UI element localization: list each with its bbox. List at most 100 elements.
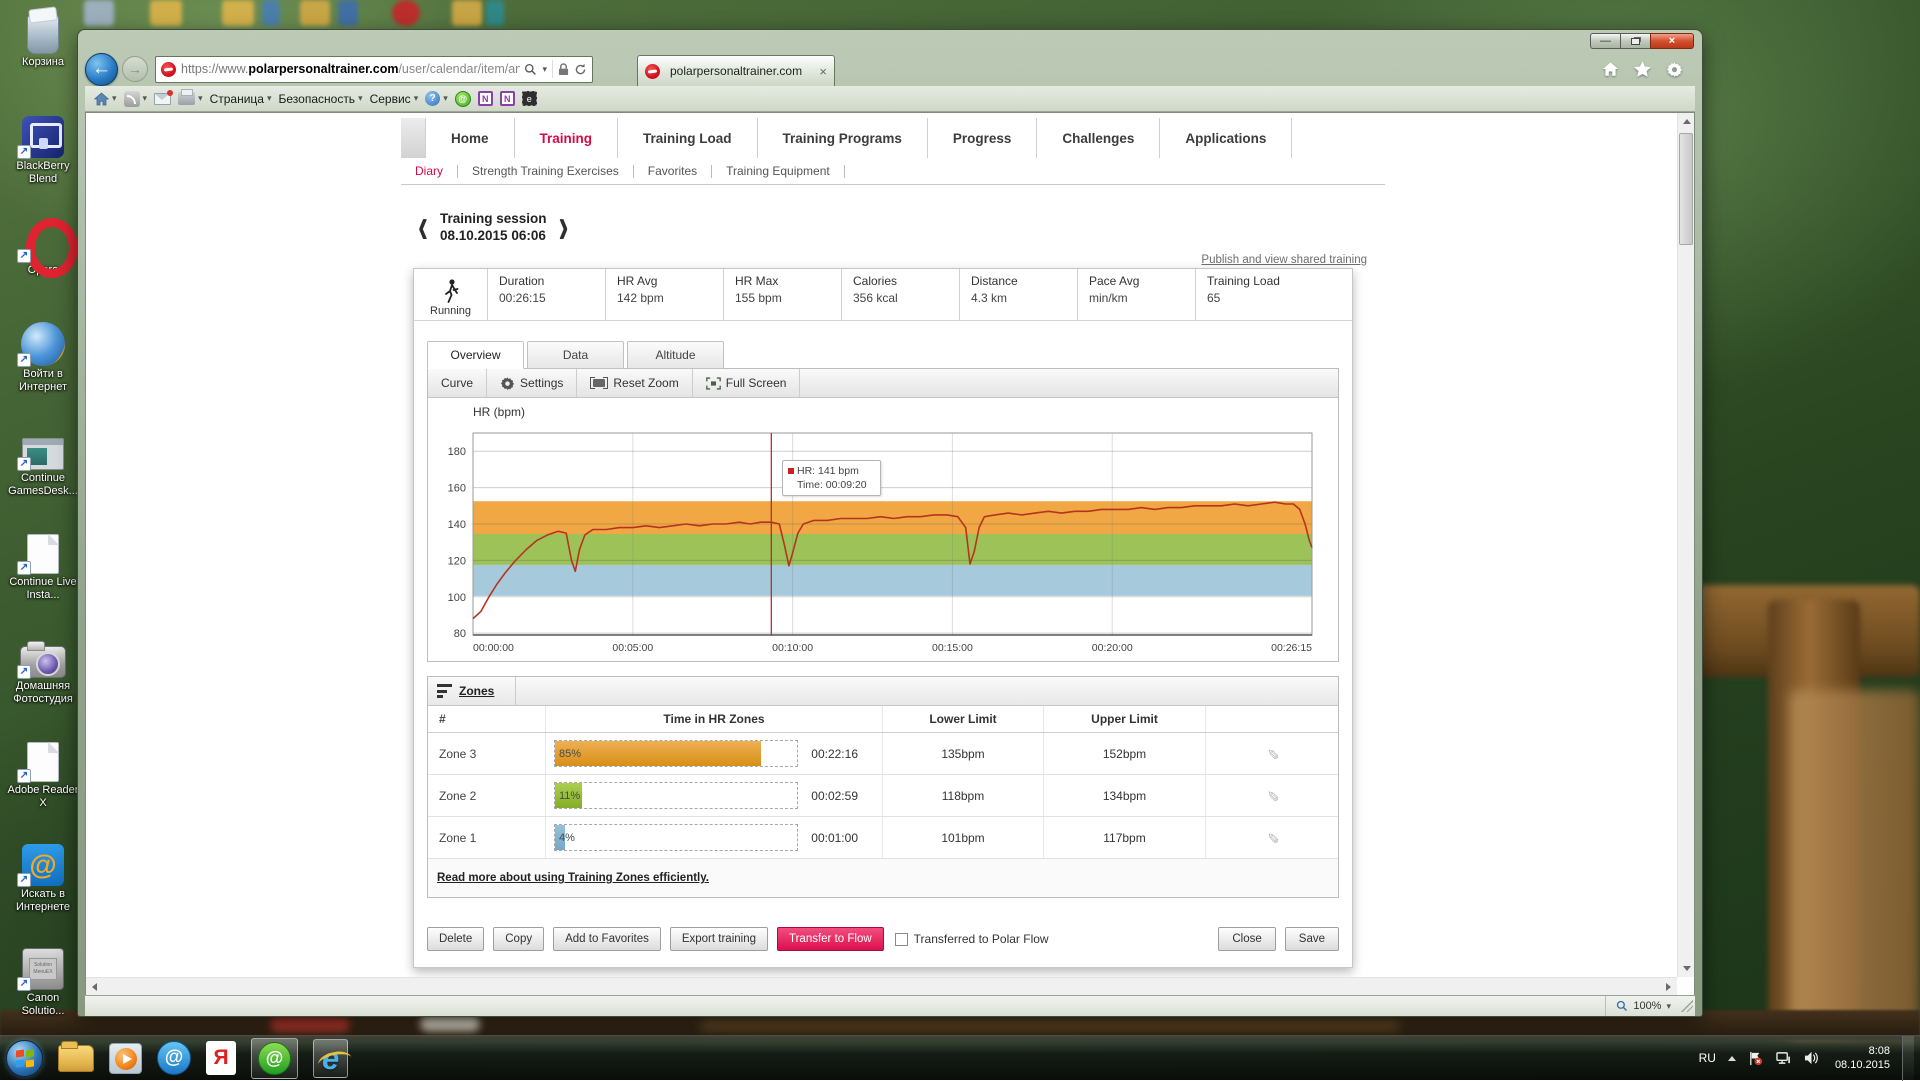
curve-segment[interactable]: Curve <box>428 369 487 397</box>
mail-icon[interactable] <box>154 93 171 105</box>
training-zones-info-link[interactable]: Read more about using Training Zones eff… <box>437 872 709 884</box>
hr-curve-chart[interactable]: HR (bpm)8010012014016018000:00:0000:05:0… <box>428 398 1338 661</box>
home-icon[interactable] <box>1602 61 1619 77</box>
print-menu[interactable]: ▾ <box>178 92 203 105</box>
transferred-checkbox[interactable] <box>895 933 908 946</box>
settings-button[interactable]: Settings <box>487 369 577 397</box>
reset-zoom-button[interactable]: Reset Zoom <box>577 369 692 397</box>
tab-close-icon[interactable]: × <box>819 64 827 79</box>
subnav-training-equipment[interactable]: Training Equipment <box>712 164 844 178</box>
zoom-dropdown-caret[interactable]: ▾ <box>1666 1001 1671 1012</box>
url-text[interactable]: https://www.polarpersonaltrainer.com/use… <box>181 62 520 76</box>
tools-menu[interactable]: Сервис▾ <box>370 92 419 106</box>
transfer-to-flow-button[interactable]: Transfer to Flow <box>777 927 884 951</box>
back-button[interactable]: ← <box>85 53 118 86</box>
nav-tab-training-programs[interactable]: Training Programs <box>758 118 928 158</box>
scroll-up-button[interactable] <box>1678 113 1695 130</box>
vertical-scrollbar[interactable] <box>1677 113 1694 977</box>
language-indicator[interactable]: RU <box>1699 1051 1716 1065</box>
desktop-icon-doc-5[interactable]: ↗Continue Live Insta... <box>4 528 82 602</box>
internet-explorer-taskbar-icon[interactable]: e <box>313 1039 348 1078</box>
search-icon[interactable] <box>524 63 537 76</box>
volume-icon[interactable] <box>1804 1051 1819 1065</box>
printer-icon[interactable] <box>178 92 195 105</box>
browser-tab[interactable]: polarpersonaltrainer.com × <box>637 55 835 86</box>
action-center-flag-icon[interactable] <box>1748 1051 1763 1066</box>
desktop-icon-blackberry-1[interactable]: ↗BlackBerry Blend <box>4 112 82 186</box>
nav-tab-home[interactable]: Home <box>426 118 515 158</box>
mailru-agent-taskbar-icon[interactable]: @ <box>251 1038 298 1079</box>
next-session-arrow[interactable]: › <box>559 193 569 261</box>
zoom-control[interactable]: 100% ▾ <box>1605 996 1681 1016</box>
yandex-taskbar-icon[interactable]: Я <box>206 1041 236 1075</box>
feeds-menu[interactable]: ▾ <box>124 91 148 107</box>
edit-pencil-icon[interactable]: ✎ <box>1263 789 1281 802</box>
subnav-diary[interactable]: Diary <box>401 164 457 178</box>
scroll-right-button[interactable] <box>1660 978 1677 995</box>
desktop-icon-opera-2[interactable]: ↗Opera <box>4 216 82 277</box>
explorer-taskbar-icon[interactable] <box>58 1045 94 1072</box>
resize-grip[interactable] <box>1681 1000 1693 1012</box>
help-menu[interactable]: ?▾ <box>425 91 448 106</box>
network-icon[interactable] <box>1775 1051 1792 1065</box>
nav-tab-progress[interactable]: Progress <box>928 118 1038 158</box>
tab-overview[interactable]: Overview <box>427 341 524 369</box>
restore-button[interactable] <box>1620 33 1650 49</box>
tools-gear-icon[interactable] <box>1666 61 1683 78</box>
add-to-favorites-button[interactable]: Add to Favorites <box>553 927 661 951</box>
amigo-browser-taskbar-icon[interactable]: @ <box>157 1041 191 1075</box>
full-screen-button[interactable]: Full Screen <box>693 369 801 397</box>
start-button[interactable] <box>6 1040 43 1077</box>
minimize-button[interactable]: — <box>1590 33 1620 49</box>
publish-shared-training-link[interactable]: Publish and view shared training <box>1201 254 1367 266</box>
nav-tab-training[interactable]: Training <box>515 118 619 158</box>
nav-tab-applications[interactable]: Applications <box>1160 118 1292 158</box>
subnav-strength-training-exercises[interactable]: Strength Training Exercises <box>458 164 633 178</box>
onenote-icon[interactable]: N <box>500 91 515 106</box>
edit-pencil-icon[interactable]: ✎ <box>1263 831 1281 844</box>
save-button[interactable]: Save <box>1285 927 1339 951</box>
delete-button[interactable]: Delete <box>427 927 484 951</box>
page-menu[interactable]: Страница▾ <box>210 92 272 106</box>
safety-menu[interactable]: Безопасность▾ <box>279 92 363 106</box>
nav-tab-challenges[interactable]: Challenges <box>1037 118 1160 158</box>
home-icon[interactable] <box>94 92 109 106</box>
desktop-icon-camera-6[interactable]: ↗Домашняя Фотостудия <box>4 632 82 706</box>
onenote-addon[interactable]: N <box>478 91 493 106</box>
favorites-star-icon[interactable] <box>1634 61 1651 77</box>
scroll-left-button[interactable] <box>86 978 103 995</box>
tab-data[interactable]: Data <box>527 341 624 369</box>
evernote-addon[interactable]: e <box>522 91 537 106</box>
desktop-icon-trash-0[interactable]: Корзина <box>4 8 82 69</box>
rss-icon[interactable] <box>124 91 140 107</box>
refresh-icon[interactable] <box>574 63 587 76</box>
onenote-icon[interactable]: N <box>478 91 493 106</box>
desktop-icon-globe-3[interactable]: ↗Войти в Интернет <box>4 320 82 394</box>
horizontal-scrollbar[interactable] <box>86 977 1677 995</box>
scroll-down-button[interactable] <box>1678 960 1695 977</box>
previous-session-arrow[interactable]: ‹ <box>418 193 428 261</box>
icq-icon[interactable]: @ <box>455 91 471 107</box>
desktop-icon-canon-9[interactable]: Solution MenuEX↗Canon Solutio... <box>4 944 82 1018</box>
edit-pencil-icon[interactable]: ✎ <box>1263 747 1281 760</box>
tab-altitude[interactable]: Altitude <box>627 341 724 369</box>
search-dropdown-caret[interactable]: ▾ <box>542 64 547 75</box>
zones-link[interactable]: Zones <box>459 684 494 698</box>
onenote-linked-addon[interactable]: N <box>500 91 515 106</box>
evernote-icon[interactable]: e <box>522 91 537 106</box>
address-bar[interactable]: https://www.polarpersonaltrainer.com/use… <box>155 56 593 83</box>
export-training-button[interactable]: Export training <box>670 927 768 951</box>
icq-addon[interactable]: @ <box>455 91 471 107</box>
clock[interactable]: 8:08 08.10.2015 <box>1835 1044 1890 1072</box>
home-menu[interactable]: ▾ <box>94 92 117 106</box>
desktop-icon-doc-7[interactable]: ↗Adobe Reader X <box>4 736 82 810</box>
close-button[interactable]: × <box>1650 33 1694 49</box>
read-mail[interactable] <box>154 93 171 105</box>
subnav-favorites[interactable]: Favorites <box>634 164 711 178</box>
close-page-button[interactable]: Close <box>1218 927 1275 951</box>
show-desktop-button[interactable] <box>1902 1036 1914 1081</box>
desktop-icon-mailru-8[interactable]: @↗Искать в Интернете <box>4 840 82 914</box>
help-icon[interactable]: ? <box>425 91 440 106</box>
desktop-icon-window-4[interactable]: ↗Continue GamesDesk... <box>4 424 82 498</box>
media-player-taskbar-icon[interactable] <box>109 1043 142 1074</box>
